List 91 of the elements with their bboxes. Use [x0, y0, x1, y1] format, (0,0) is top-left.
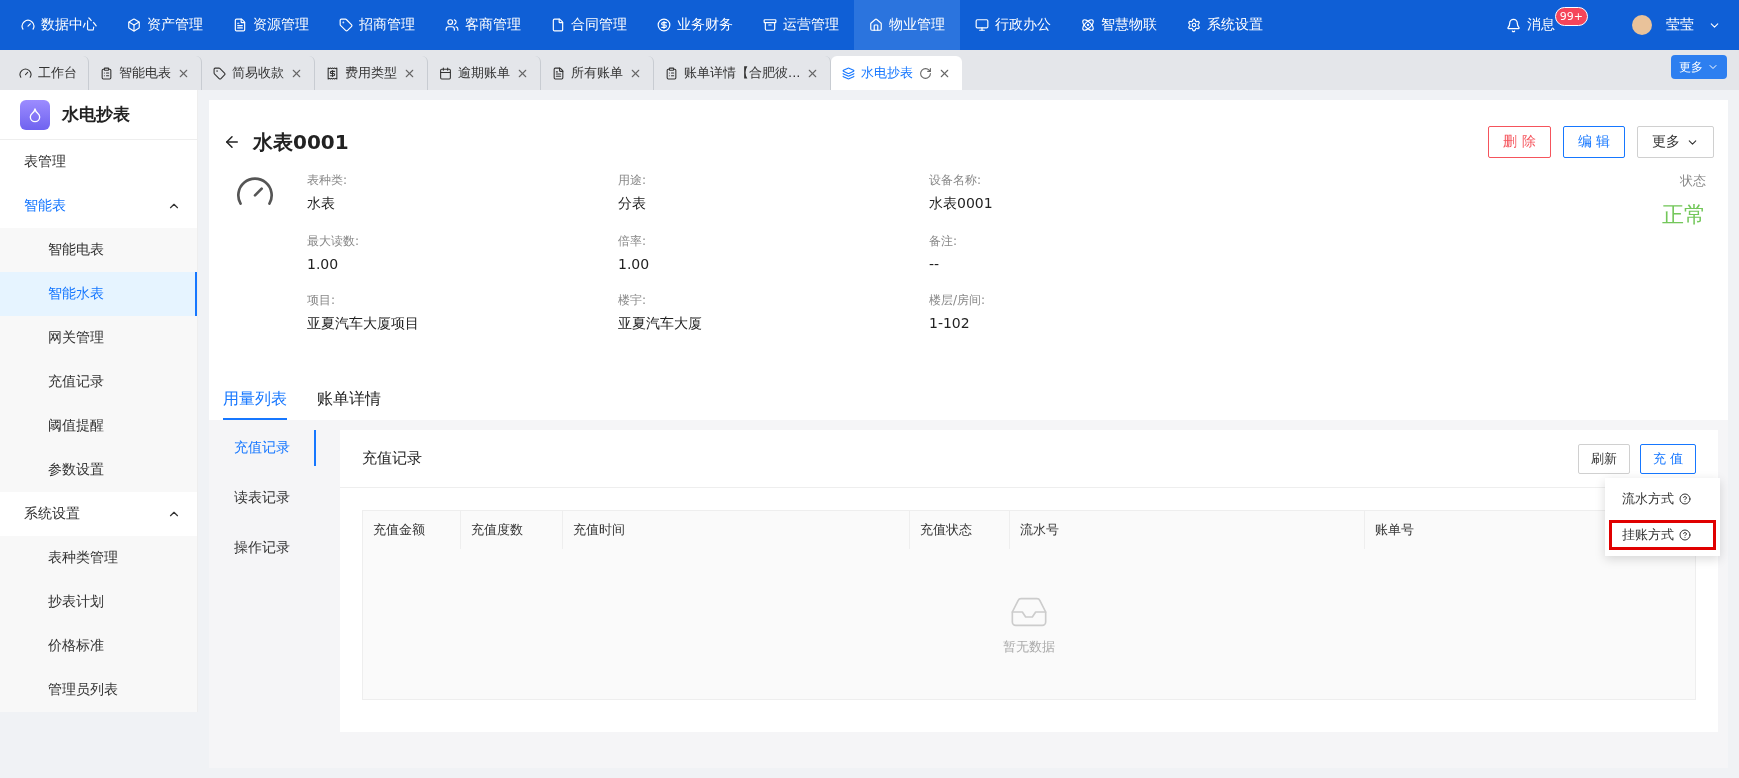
nav-item[interactable]: 招商管理: [324, 0, 430, 50]
sidebar-item[interactable]: 参数设置: [0, 448, 197, 492]
sidebar-item[interactable]: 网关管理: [0, 316, 197, 360]
field-label: 备注:: [929, 233, 959, 250]
menu-item[interactable]: 流水方式: [1609, 484, 1716, 514]
page-title: 水表0001: [253, 128, 349, 156]
more-button[interactable]: 更多: [1637, 126, 1714, 158]
nav-item[interactable]: 资源管理: [218, 0, 324, 50]
sidebar-item[interactable]: 智能水表: [0, 272, 197, 316]
dashboard-icon: [21, 18, 35, 32]
page-tab[interactable]: 费用类型: [315, 56, 428, 90]
nav-item[interactable]: 客商管理: [430, 0, 536, 50]
count-badge: 99+: [1554, 6, 1588, 26]
refresh-button[interactable]: 刷新: [1577, 443, 1630, 474]
settings-icon: [1187, 18, 1201, 32]
nav-item[interactable]: 物业管理: [854, 0, 960, 50]
home-icon: [869, 18, 883, 32]
tab-icon: [100, 66, 113, 80]
field-label: 倍率:: [618, 233, 648, 250]
field-value: 亚夏汽车大厦: [618, 315, 703, 333]
card-title: 充值记录: [362, 449, 422, 468]
bell-icon: [1505, 17, 1521, 33]
nav-item[interactable]: 智慧物联: [1066, 0, 1172, 50]
field-value: 亚夏汽车大厦项目: [307, 315, 420, 333]
sidebar-title: 水电抄表: [62, 103, 130, 126]
nav-item[interactable]: 数据中心: [6, 0, 112, 50]
tab-icon: [439, 66, 452, 80]
status-value: 正常: [1662, 201, 1706, 229]
coin-icon: [657, 18, 671, 32]
edit-button[interactable]: 编 辑: [1562, 126, 1625, 158]
help-icon: [1679, 529, 1691, 541]
users-icon: [445, 18, 459, 32]
field-value: 1-102: [929, 315, 971, 331]
tab-icon: [552, 66, 565, 80]
field-label: 楼宇:: [618, 292, 648, 309]
page-tab[interactable]: 水电抄表: [831, 56, 963, 90]
droplet-icon: [20, 99, 50, 130]
sidebar-item[interactable]: 智能电表: [0, 228, 197, 272]
field-label: 设备名称:: [929, 172, 983, 189]
field-label: 表种类:: [307, 172, 349, 189]
page-tab[interactable]: 简易收款: [202, 56, 315, 90]
field-value: 1.00: [307, 256, 340, 272]
archive-icon: [763, 18, 777, 32]
tab-icon: [842, 66, 856, 80]
page-tab[interactable]: 逾期账单: [428, 56, 541, 90]
sidebar-item[interactable]: 价格标准: [0, 624, 197, 668]
refresh-icon[interactable]: [919, 66, 933, 80]
field-value: 水表0001: [929, 195, 994, 213]
tab-icon: [326, 66, 339, 80]
nav-item[interactable]: 资产管理: [112, 0, 218, 50]
record-tab[interactable]: 操作记录: [209, 530, 316, 566]
status-label: 状态: [1679, 172, 1706, 190]
nav-item[interactable]: 行政办公: [960, 0, 1066, 50]
messages-button[interactable]: 消息: [1505, 16, 1555, 34]
monitor-icon: [975, 18, 989, 32]
help-icon: [1679, 493, 1691, 505]
cube-icon: [127, 18, 141, 32]
user-name[interactable]: 莹莹: [1666, 16, 1694, 34]
document-icon: [233, 18, 247, 32]
field-value: 分表: [618, 195, 647, 213]
field-label: 用途:: [618, 172, 648, 189]
recharge-button[interactable]: 充 值: [1639, 443, 1696, 474]
tab-icon: [665, 66, 678, 80]
more-tabs-button[interactable]: 更多: [1671, 55, 1727, 79]
tab-icon: [19, 66, 32, 80]
field-label: 最大读数:: [307, 233, 361, 250]
tab-icon: [213, 66, 226, 80]
field-label: 楼层/房间:: [929, 292, 987, 309]
detail-tab[interactable]: 账单详情: [317, 389, 381, 420]
file-icon: [551, 18, 565, 32]
atom-icon: [1081, 18, 1095, 32]
sidebar-item[interactable]: 抄表计划: [0, 580, 197, 624]
nav-item[interactable]: 运营管理: [748, 0, 854, 50]
sidebar-item[interactable]: 管理员列表: [0, 668, 197, 712]
record-tab[interactable]: 读表记录: [209, 480, 316, 516]
sidebar-item[interactable]: 阈值提醒: [0, 404, 197, 448]
record-tab[interactable]: 充值记录: [209, 430, 316, 466]
field-label: 项目:: [307, 292, 337, 309]
sidebar-item[interactable]: 充值记录: [0, 360, 197, 404]
nav-item[interactable]: 系统设置: [1172, 0, 1278, 50]
field-value: 水表: [307, 195, 336, 213]
menu-item[interactable]: 挂账方式: [1609, 520, 1716, 550]
page-tab[interactable]: 所有账单: [541, 56, 654, 90]
field-value: --: [929, 256, 941, 272]
sidebar-item[interactable]: 表种类管理: [0, 536, 197, 580]
nav-item[interactable]: 业务财务: [642, 0, 748, 50]
tag-icon: [339, 18, 353, 32]
field-value: 1.00: [618, 256, 651, 272]
avatar[interactable]: [1632, 15, 1652, 35]
empty-text: 暂无数据: [1003, 638, 1055, 656]
nav-item[interactable]: 合同管理: [536, 0, 642, 50]
